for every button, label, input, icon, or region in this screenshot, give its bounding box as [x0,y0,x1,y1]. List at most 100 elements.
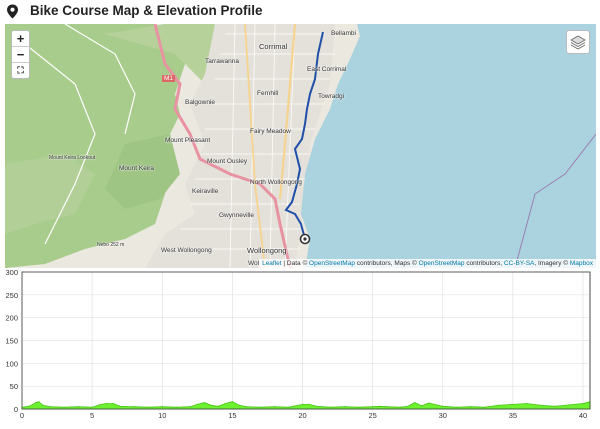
elevation-point [344,406,346,408]
elevation-point [231,401,233,403]
elevation-point [301,403,304,405]
y-tick-label: 150 [5,337,18,346]
map-label: Wollongong [247,246,287,255]
layers-button[interactable] [566,30,590,54]
elevation-chart: 0 50 100 150 200 250 300 0 5 10 15 20 25 30 35 40 [0,268,600,424]
elevation-point [484,406,486,408]
page-header: Bike Course Map & Elevation Profile [0,0,600,22]
elevation-point [112,402,114,405]
map-label: North Wollongong [250,179,302,186]
elevation-point [456,406,458,408]
elevation-point [554,405,556,407]
elevation-point [147,406,149,408]
elevation-point [414,402,416,404]
y-tick-label: 250 [5,291,18,300]
x-tick-label: 30 [439,411,447,420]
x-tick-label: 40 [579,411,587,420]
y-tick-label: 50 [10,382,18,391]
elevation-point [133,406,135,408]
elevation-point [105,402,107,405]
attribution-text: contributors, Maps © [354,260,419,267]
map-label: Bellambi [331,30,356,37]
elevation-point [63,406,65,408]
y-tick-label: 0 [14,405,18,414]
zoom-out-button[interactable]: − [12,47,29,63]
elevation-point [287,406,290,408]
elevation-point [28,405,30,407]
page-title: Bike Course Map & Elevation Profile [30,3,263,18]
mapbox-link[interactable]: Mapbox [570,260,593,267]
y-tick-label: 300 [5,268,18,277]
y-tick-label: 200 [5,314,18,323]
osm-link[interactable]: OpenStreetMap [419,260,465,267]
map-label: West Wollongong [161,247,212,254]
elevation-point [358,406,360,408]
map-label: Mount Keira Lookout [49,155,96,161]
elevation-point [38,401,40,403]
attribution-text: | Data © [281,260,310,267]
elevation-chart-svg: 0 50 100 150 200 250 300 0 5 10 15 20 25 30 35 40 [5,268,591,420]
map-label: Corrimal [259,42,288,51]
elevation-point [210,404,212,406]
elevation-point [189,406,191,408]
attribution-text: contributors, [464,260,504,267]
elevation-point [421,405,423,407]
elevation-point [175,406,177,408]
elevation-point [498,404,500,406]
x-tick-label: 20 [298,411,306,420]
map-attribution: Leaflet | Data © OpenStreetMap contribut… [259,259,596,268]
x-tick-label: 10 [158,411,166,420]
elevation-point [245,406,247,408]
elevation-point [470,406,472,408]
elevation-point [428,402,430,404]
elevation-point [217,405,219,407]
elevation-point [91,406,93,408]
elevation-point [259,406,261,408]
cc-by-sa-link[interactable]: CC-BY-SA [504,260,534,267]
elevation-point [77,406,79,408]
map-label: Nebo 252 m [97,242,125,248]
attribution-text: , Imagery © [534,260,570,267]
map-label: East Corrimal [307,66,347,73]
elevation-point [35,402,37,404]
map-label: Gwynneville [219,212,255,219]
highway-shield: M1 [162,75,176,82]
osm-link[interactable]: OpenStreetMap [309,260,355,267]
map-tiles[interactable] [5,24,596,268]
map-label: Mount Ousley [207,158,248,165]
zoom-controls: + − ⛶ [11,30,30,79]
fullscreen-button[interactable]: ⛶ [12,63,29,78]
x-tick-label: 35 [509,411,517,420]
y-tick-label: 100 [5,359,18,368]
layers-icon [570,35,586,50]
elevation-point [568,404,570,406]
elevation-point [98,404,100,406]
map-label: Fairy Meadow [250,128,291,135]
elevation-point [407,405,409,407]
elevation-point [526,402,528,405]
elevation-point [42,404,44,406]
leaflet-link[interactable]: Leaflet [262,260,282,267]
map-label: Keiraville [192,188,219,195]
elevation-point [329,406,332,408]
elevation-point [400,406,402,408]
x-tick-label: 15 [228,411,236,420]
map-label: Balgownie [185,99,215,106]
x-tick-label: 25 [368,411,376,420]
elevation-point [119,405,121,407]
elevation-point [512,403,514,405]
elevation-point [308,403,311,405]
x-tick-label: 5 [90,411,94,420]
zoom-in-button[interactable]: + [12,31,29,47]
map-label: Wol [248,260,260,267]
elevation-point [582,402,584,405]
elevation-point [49,406,51,408]
map-pin-icon [7,4,18,19]
course-map[interactable]: Bellambi Corrimal East Corrimal Tarrawan… [5,24,596,268]
elevation-point [224,402,226,405]
elevation-point [203,402,205,404]
elevation-point [540,404,542,406]
elevation-point [273,406,275,408]
map-label: Fernhill [257,90,279,97]
elevation-point [379,405,381,407]
